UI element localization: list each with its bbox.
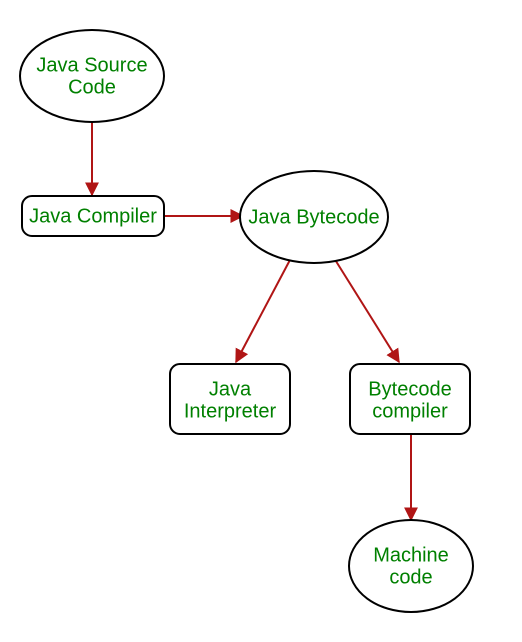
java-compilation-diagram: Java Source Code Java Compiler Java Byte… — [0, 0, 522, 642]
node-java-compiler-label: Java Compiler — [29, 205, 157, 227]
node-machine-code-label-1: Machine — [373, 544, 449, 566]
node-java-interpreter: Java Interpreter — [170, 364, 290, 434]
node-java-compiler: Java Compiler — [22, 196, 164, 236]
edge-bytecode-to-interpreter — [236, 258, 291, 362]
node-java-bytecode-label: Java Bytecode — [248, 206, 379, 228]
node-bytecode-compiler: Bytecode compiler — [350, 364, 470, 434]
node-bytecode-compiler-label-1: Bytecode — [368, 378, 451, 400]
node-java-bytecode: Java Bytecode — [240, 171, 388, 263]
node-java-interpreter-label-1: Java — [209, 378, 252, 400]
edge-bytecode-to-bccompiler — [334, 258, 399, 362]
node-java-source-code-label-2: Code — [68, 76, 116, 98]
node-java-interpreter-label-2: Interpreter — [184, 400, 277, 422]
node-java-source-code-label-1: Java Source — [36, 54, 147, 76]
node-machine-code-label-2: code — [389, 566, 432, 588]
node-machine-code: Machine code — [349, 520, 473, 612]
node-java-source-code: Java Source Code — [20, 30, 164, 122]
node-bytecode-compiler-label-2: compiler — [372, 400, 448, 422]
